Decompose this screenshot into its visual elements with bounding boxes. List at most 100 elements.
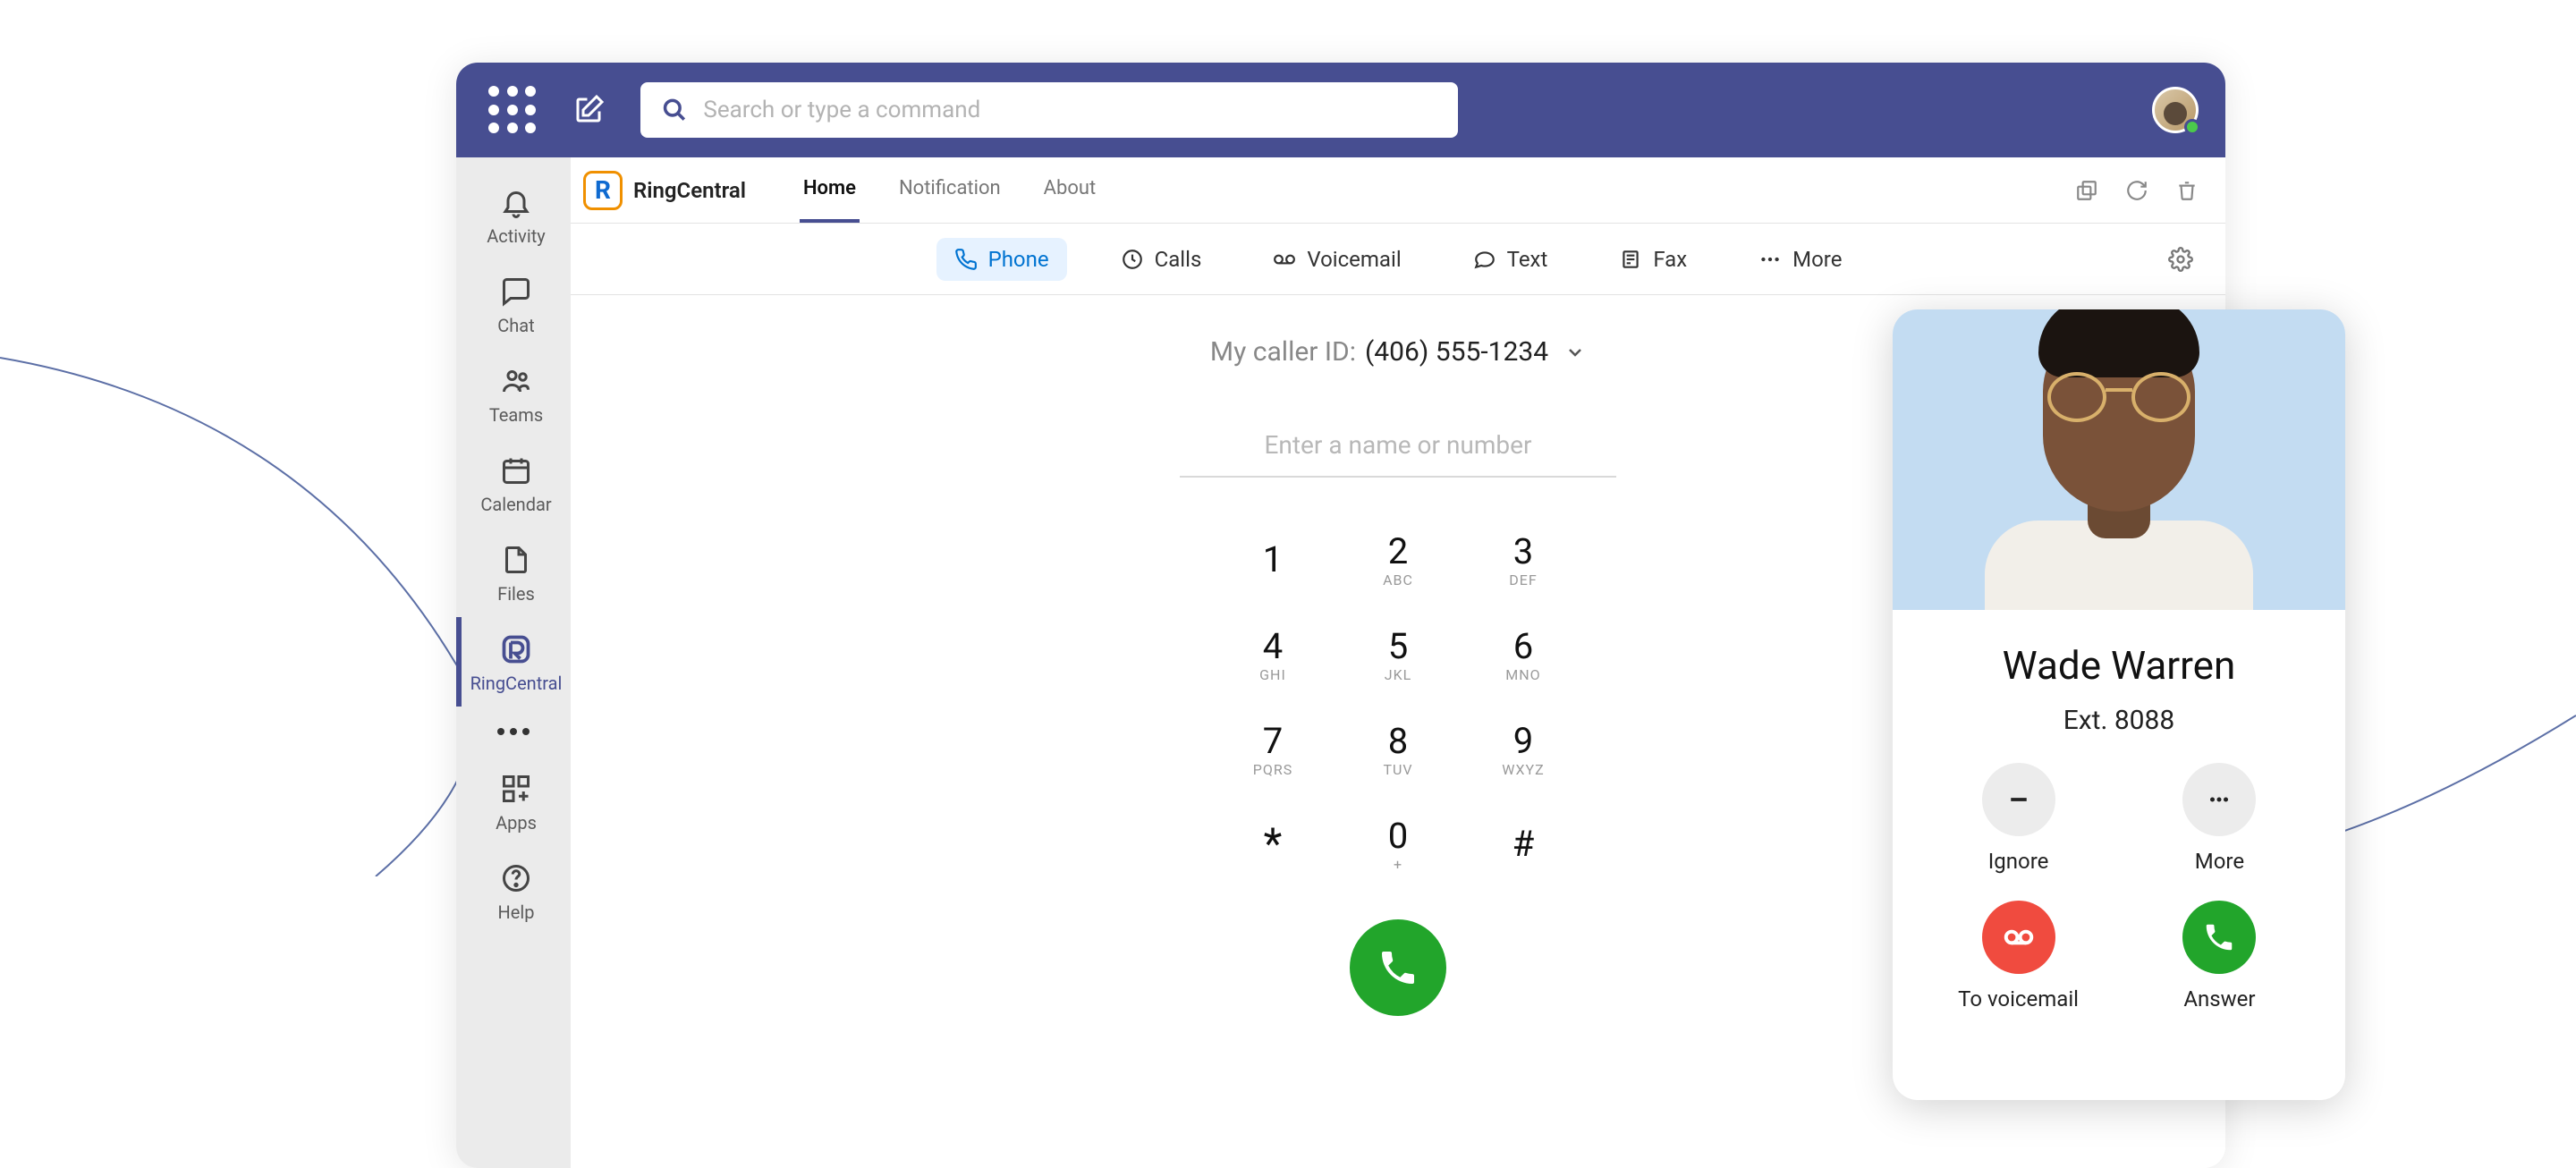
tab-home[interactable]: Home (800, 157, 860, 223)
ringcentral-logo-icon: R (583, 171, 623, 210)
phone-icon (1377, 946, 1419, 989)
key-1[interactable]: 1 (1210, 513, 1335, 608)
search-bar[interactable] (640, 82, 1458, 138)
left-nav: Activity Chat Teams Calendar Files RingC… (456, 157, 571, 1168)
header-tabs: Home Notification About (800, 157, 1099, 223)
key-hash[interactable]: # (1461, 798, 1586, 893)
app-name: RingCentral (633, 178, 746, 203)
nav-label: Help (498, 901, 535, 923)
apps-icon (500, 773, 532, 805)
more-icon (2206, 786, 2233, 813)
compose-icon[interactable] (572, 94, 605, 126)
key-star[interactable]: * (1210, 798, 1335, 893)
keypad: 1 2ABC 3DEF 4GHI 5JKL 6MNO 7PQRS 8TUV 9W… (1210, 513, 1586, 893)
nav-label: Teams (489, 404, 543, 426)
key-7[interactable]: 7PQRS (1210, 703, 1335, 798)
voicemail-icon (1273, 248, 1296, 271)
key-4[interactable]: 4GHI (1210, 608, 1335, 703)
nav-label: Chat (497, 315, 534, 336)
file-icon (500, 544, 532, 576)
key-0[interactable]: 0+ (1335, 798, 1461, 893)
key-8[interactable]: 8TUV (1335, 703, 1461, 798)
nav-activity[interactable]: Activity (456, 170, 571, 259)
help-icon (500, 862, 532, 894)
caller-id-value: (406) 555-1234 (1365, 336, 1548, 368)
popout-icon[interactable] (2075, 179, 2098, 202)
app-header: R RingCentral Home Notification About (571, 157, 2225, 224)
subnav-label: Phone (988, 247, 1049, 272)
chevron-down-icon (1564, 342, 1586, 363)
subnav-label: Voicemail (1307, 247, 1401, 272)
nav-overflow[interactable] (456, 707, 571, 757)
caller-photo (1893, 309, 2345, 610)
action-label: More (2195, 849, 2244, 874)
subnav-more[interactable]: More (1741, 238, 1860, 281)
subnav-label: Calls (1155, 247, 1202, 272)
caller-id-selector[interactable]: My caller ID: (406) 555-1234 (1210, 336, 1586, 368)
fax-icon (1619, 248, 1642, 271)
more-icon (1758, 248, 1782, 271)
subnav-text[interactable]: Text (1455, 238, 1566, 281)
phone-icon (2202, 920, 2236, 954)
nav-calendar[interactable]: Calendar (456, 438, 571, 528)
calendar-icon (500, 454, 532, 487)
tab-notification[interactable]: Notification (895, 157, 1004, 223)
text-icon (1473, 248, 1496, 271)
action-label: Ignore (1988, 849, 2049, 874)
gear-icon[interactable] (2168, 247, 2193, 272)
caller-id-label: My caller ID: (1210, 336, 1356, 368)
trash-icon[interactable] (2175, 179, 2199, 202)
subnav-label: More (1792, 247, 1842, 272)
subnav-label: Fax (1653, 247, 1687, 272)
key-5[interactable]: 5JKL (1335, 608, 1461, 703)
subnav-phone[interactable]: Phone (936, 238, 1067, 281)
nav-files[interactable]: Files (456, 528, 571, 617)
dial-input[interactable] (1180, 421, 1616, 478)
answer-button[interactable]: Answer (2159, 901, 2280, 1011)
chat-icon (500, 275, 532, 308)
waffle-icon[interactable] (488, 86, 537, 134)
nav-teams[interactable]: Teams (456, 349, 571, 438)
subnav-voicemail[interactable]: Voicemail (1255, 238, 1419, 281)
subnav-label: Text (1507, 247, 1548, 272)
ringcentral-icon (500, 633, 532, 665)
action-label: Answer (2183, 986, 2255, 1011)
key-9[interactable]: 9WXYZ (1461, 703, 1586, 798)
key-2[interactable]: 2ABC (1335, 513, 1461, 608)
nav-label: Calendar (480, 494, 551, 515)
ignore-button[interactable]: Ignore (1958, 763, 2079, 874)
minus-icon (2005, 786, 2032, 813)
search-input[interactable] (703, 97, 1436, 123)
nav-label: Apps (496, 812, 537, 834)
more-button[interactable]: More (2159, 763, 2280, 874)
incoming-call-card: Wade Warren Ext. 8088 Ignore More To voi… (1893, 309, 2345, 1100)
key-3[interactable]: 3DEF (1461, 513, 1586, 608)
sub-nav: Phone Calls Voicemail Text Fax (571, 224, 2225, 295)
refresh-icon[interactable] (2125, 179, 2148, 202)
nav-help[interactable]: Help (456, 846, 571, 935)
voicemail-icon (2002, 920, 2036, 954)
nav-label: Activity (487, 225, 545, 247)
bell-icon (500, 186, 532, 218)
subnav-fax[interactable]: Fax (1601, 238, 1705, 281)
teams-icon (500, 365, 532, 397)
caller-extension: Ext. 8088 (2063, 705, 2175, 736)
nav-ringcentral[interactable]: RingCentral (456, 617, 571, 707)
titlebar (456, 63, 2225, 157)
call-button[interactable] (1350, 919, 1446, 1016)
action-label: To voicemail (1958, 986, 2079, 1011)
nav-chat[interactable]: Chat (456, 259, 571, 349)
current-user-avatar[interactable] (2152, 87, 2199, 133)
clock-icon (1121, 248, 1144, 271)
nav-label: RingCentral (470, 673, 563, 694)
search-icon (662, 97, 687, 123)
presence-available-icon (2184, 119, 2200, 135)
key-6[interactable]: 6MNO (1461, 608, 1586, 703)
nav-label: Files (497, 583, 535, 605)
caller-name: Wade Warren (2003, 642, 2236, 689)
phone-icon (954, 248, 978, 271)
tab-about[interactable]: About (1040, 157, 1100, 223)
subnav-calls[interactable]: Calls (1103, 238, 1220, 281)
nav-apps[interactable]: Apps (456, 757, 571, 846)
to-voicemail-button[interactable]: To voicemail (1958, 901, 2079, 1011)
